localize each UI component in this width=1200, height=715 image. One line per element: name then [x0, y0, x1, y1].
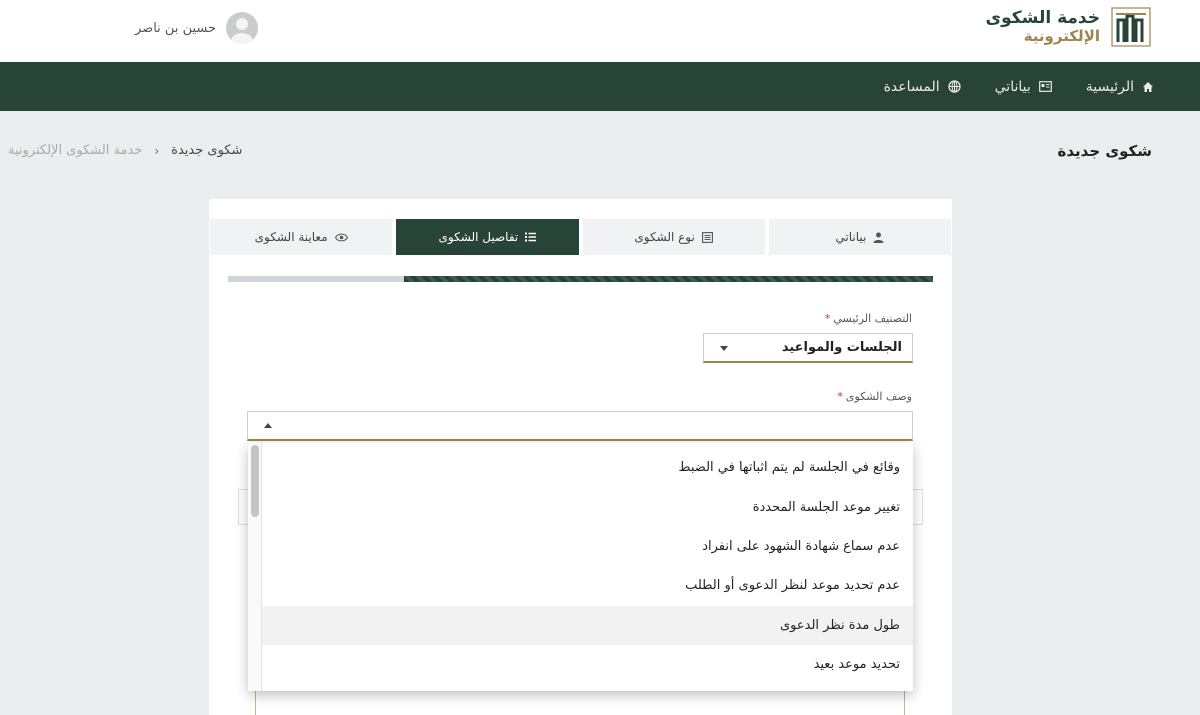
eye-icon [334, 233, 348, 242]
main-category-select[interactable]: الجلسات والمواعيد [703, 333, 913, 363]
tab-label: نوع الشكوى [634, 230, 695, 244]
tab-label: معاينة الشكوى [254, 230, 328, 244]
breadcrumb: شكوى جديدة ‹ خدمة الشكوى الإلكترونية [8, 143, 242, 158]
nav-my-data[interactable]: بياناتي [995, 79, 1052, 95]
main-navbar: الرئيسية بياناتي المساعدة [0, 62, 1200, 111]
main-category-label: التصنيف الرئيسي* [824, 312, 912, 325]
dropdown-scrollbar[interactable] [248, 443, 262, 691]
dropdown-option[interactable]: تحديد موعد بعيد [262, 645, 913, 684]
id-card-icon [1038, 81, 1052, 92]
tab-complaint-preview[interactable]: معاينة الشكوى [210, 219, 393, 255]
description-label: وصف الشكوى* [837, 390, 912, 403]
logo-title: خدمة الشكوى [985, 7, 1100, 28]
tab-label: تفاصيل الشكوى [438, 230, 519, 244]
required-mark: * [837, 390, 843, 403]
nav-help[interactable]: المساعدة [884, 79, 961, 95]
logo-subtitle: الإلكترونية [1023, 27, 1100, 46]
list-icon [525, 232, 537, 242]
nav-help-label: المساعدة [883, 78, 940, 95]
user-name: حسين بن ناصر [135, 20, 217, 36]
tab-complaint-type[interactable]: نوع الشكوى [582, 219, 765, 255]
nav-home-label: الرئيسية [1085, 78, 1134, 95]
tab-my-data[interactable]: بياناتي [768, 219, 951, 255]
progress-bar [228, 276, 933, 282]
nav-home[interactable]: الرئيسية [1086, 79, 1154, 95]
user-avatar-icon [231, 18, 254, 44]
home-icon [1142, 81, 1154, 93]
dropdown-option[interactable]: عدم سماع شهادة الشهود على انفراد [262, 527, 913, 566]
avatar [226, 12, 259, 44]
user-icon [873, 232, 884, 243]
wizard-tabs: بياناتي نوع الشكوى تفاصيل الشكوى معاينة … [209, 219, 952, 255]
breadcrumb-root[interactable]: خدمة الشكوى الإلكترونية [8, 143, 142, 158]
logo-mark-icon [1110, 6, 1152, 48]
user-menu[interactable]: حسين بن ناصر [135, 12, 259, 44]
breadcrumb-separator: ‹ [154, 143, 160, 158]
dropdown-option[interactable]: تغيير موعد الجلسة المحددة [262, 487, 913, 526]
dropdown-option[interactable]: طول مدة نظر الدعوى [262, 605, 913, 645]
globe-icon [947, 80, 961, 93]
complaint-description-select[interactable] [247, 411, 913, 441]
logo[interactable]: خدمة الشكوى الإلكترونية [986, 6, 1152, 48]
dropdown-option[interactable]: وقائع في الجلسة لم يتم اثباتها في الضبط [262, 448, 913, 487]
scrollbar-thumb[interactable] [251, 445, 259, 517]
dropdown-options: وقائع في الجلسة لم يتم اثباتها في الضبط … [262, 448, 913, 684]
description-dropdown-list: وقائع في الجلسة لم يتم اثباتها في الضبط … [248, 443, 913, 691]
chevron-down-icon [720, 346, 728, 351]
progress-fill [404, 276, 933, 282]
dropdown-option[interactable]: عدم تحديد موعد لنظر الدعوى أو الطلب [262, 566, 913, 605]
required-mark: * [824, 312, 831, 325]
chevron-up-icon [264, 423, 272, 428]
nav-my-data-label: بياناتي [994, 78, 1031, 95]
tab-complaint-details[interactable]: تفاصيل الشكوى [396, 219, 579, 255]
page-title: شكوى جديدة [1057, 142, 1152, 160]
breadcrumb-current: شكوى جديدة [171, 143, 243, 158]
document-icon [701, 231, 713, 243]
main-category-value: الجلسات والمواعيد [781, 340, 902, 355]
tab-label: بياناتي [835, 230, 867, 244]
top-header: خدمة الشكوى الإلكترونية حسين بن ناصر [0, 0, 1200, 62]
